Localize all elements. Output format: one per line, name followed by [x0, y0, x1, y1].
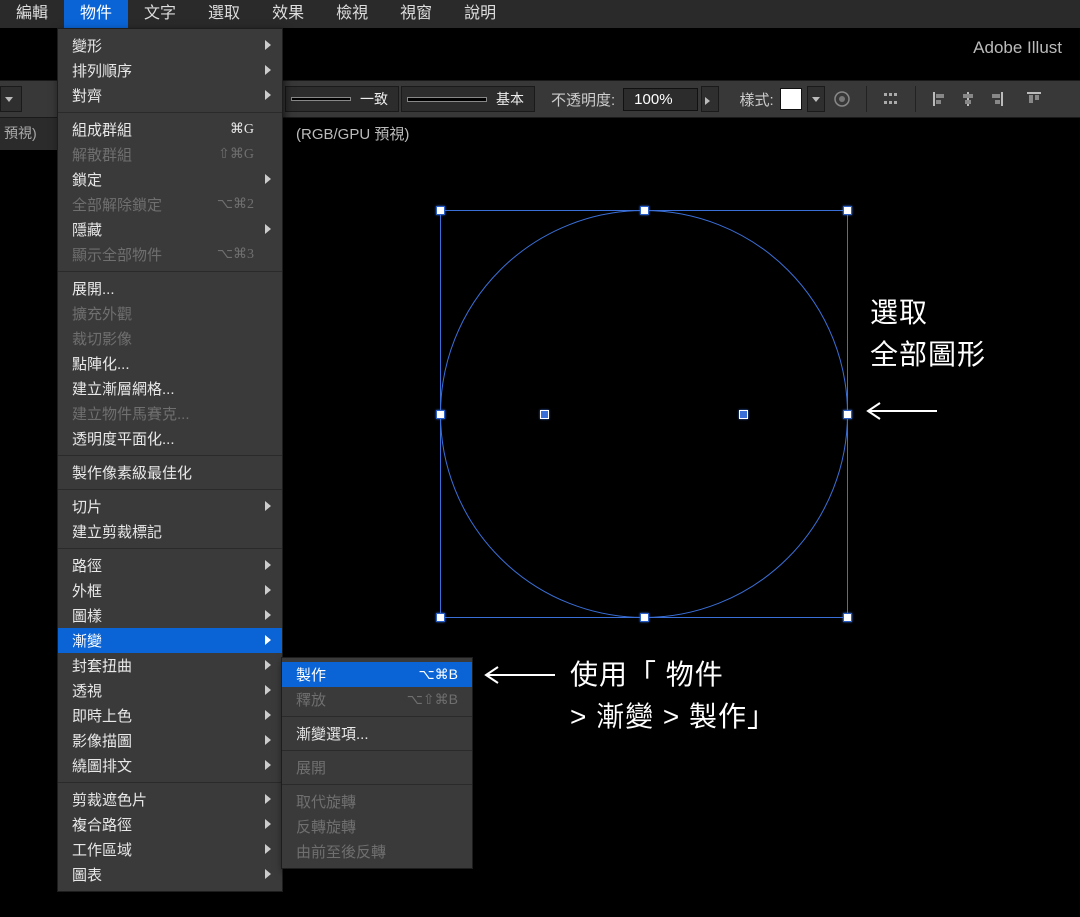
menu-help[interactable]: 說明 — [448, 0, 512, 28]
menu-item[interactable]: 影像描圖 — [58, 728, 282, 753]
brush-dropdown[interactable]: 基本 — [401, 86, 535, 112]
menu-item[interactable]: 工作區域 — [58, 837, 282, 862]
menu-item[interactable]: 製作像素級最佳化 — [58, 460, 282, 485]
menu-item[interactable]: 組成群組⌘G — [58, 117, 282, 142]
submenu-item: 釋放⌥⇧⌘B — [282, 687, 472, 712]
menu-edit[interactable]: 編輯 — [0, 0, 64, 28]
menu-item[interactable]: 外框 — [58, 578, 282, 603]
menu-separator — [282, 784, 472, 785]
doc-tab-suffix[interactable]: (RGB/GPU 預視) — [282, 123, 423, 144]
blend-submenu: 製作⌥⌘B釋放⌥⇧⌘B 漸變選項... 展開取代旋轉反轉旋轉由前至後反轉 — [281, 657, 473, 869]
menu-item[interactable]: 即時上色 — [58, 703, 282, 728]
menu-item[interactable]: 透明度平面化... — [58, 426, 282, 451]
menu-item[interactable]: 對齊 — [58, 83, 282, 108]
doc-tab-stub[interactable]: 預視) — [0, 116, 59, 150]
menu-item: 顯示全部物件⌥⌘3 — [58, 242, 282, 267]
submenu-item: 展開 — [282, 755, 472, 780]
align-panel-icon[interactable] — [879, 87, 903, 111]
opacity-label: 不透明度: — [551, 89, 615, 110]
menu-item[interactable]: 路徑 — [58, 553, 282, 578]
menu-item[interactable]: 剪裁遮色片 — [58, 787, 282, 812]
menu-type[interactable]: 文字 — [128, 0, 192, 28]
ellipse-path[interactable] — [440, 210, 848, 618]
submenu-item: 由前至後反轉 — [282, 839, 472, 864]
menu-item[interactable]: 點陣化... — [58, 351, 282, 376]
menu-view[interactable]: 檢視 — [320, 0, 384, 28]
menu-item[interactable]: 透視 — [58, 678, 282, 703]
menu-object[interactable]: 物件 — [64, 0, 128, 28]
menu-item[interactable]: 圖樣 — [58, 603, 282, 628]
submenu-item: 取代旋轉 — [282, 789, 472, 814]
align-right-icon[interactable] — [984, 87, 1008, 111]
opacity-field[interactable]: 100% — [623, 88, 697, 111]
menu-item: 裁切影像 — [58, 326, 282, 351]
annotation-select: 選取 全部圖形 — [870, 292, 986, 376]
object-menu: 變形排列順序對齊組成群組⌘G解散群組⇧⌘G鎖定全部解除鎖定⌥⌘2隱藏顯示全部物件… — [57, 28, 283, 892]
menu-item[interactable]: 圖表 — [58, 862, 282, 887]
menu-separator — [58, 548, 282, 549]
recolor-icon[interactable] — [830, 87, 854, 111]
menu-select[interactable]: 選取 — [192, 0, 256, 28]
menu-separator — [58, 455, 282, 456]
control-dropdown[interactable] — [0, 86, 22, 112]
submenu-item[interactable]: 製作⌥⌘B — [282, 662, 472, 687]
menu-item[interactable]: 封套扭曲 — [58, 653, 282, 678]
menu-item[interactable]: 建立剪裁標記 — [58, 519, 282, 544]
align-top-icon[interactable] — [1022, 87, 1046, 111]
arrow-icon — [862, 396, 942, 426]
menu-item[interactable]: 排列順序 — [58, 58, 282, 83]
menu-item[interactable]: 建立漸層網格... — [58, 376, 282, 401]
menu-separator — [58, 271, 282, 272]
menu-item[interactable]: 繞圖排文 — [58, 753, 282, 778]
menu-item[interactable]: 切片 — [58, 494, 282, 519]
arrow-icon — [480, 660, 560, 690]
menu-separator — [58, 489, 282, 490]
align-left-icon[interactable] — [928, 87, 952, 111]
menu-item[interactable]: 漸變 — [58, 628, 282, 653]
annotation-use: 使用「 物件 > 漸變 > 製作」 — [570, 654, 776, 738]
menu-item: 全部解除鎖定⌥⌘2 — [58, 192, 282, 217]
app-brand: Adobe Illust — [973, 38, 1062, 58]
menu-item[interactable]: 隱藏 — [58, 217, 282, 242]
menu-item[interactable]: 鎖定 — [58, 167, 282, 192]
submenu-item: 反轉旋轉 — [282, 814, 472, 839]
menu-item[interactable]: 變形 — [58, 33, 282, 58]
separator — [866, 86, 867, 112]
menu-item[interactable]: 展開... — [58, 276, 282, 301]
menu-effect[interactable]: 效果 — [256, 0, 320, 28]
opacity-dropdown[interactable] — [701, 86, 719, 112]
submenu-item[interactable]: 漸變選項... — [282, 721, 472, 746]
menubar: 編輯 物件 文字 選取 效果 檢視 視窗 說明 — [0, 0, 1080, 28]
align-hcenter-icon[interactable] — [956, 87, 980, 111]
menu-item: 建立物件馬賽克... — [58, 401, 282, 426]
menu-separator — [282, 716, 472, 717]
separator — [915, 86, 916, 112]
menu-item: 解散群組⇧⌘G — [58, 142, 282, 167]
menu-window[interactable]: 視窗 — [384, 0, 448, 28]
style-dropdown[interactable] — [807, 86, 825, 112]
menu-item: 擴充外觀 — [58, 301, 282, 326]
style-swatch[interactable] — [780, 88, 802, 110]
menu-separator — [58, 112, 282, 113]
stroke-profile-dropdown[interactable]: 一致 — [285, 86, 399, 112]
selection-bounding-box[interactable] — [440, 210, 848, 618]
menu-item[interactable]: 複合路徑 — [58, 812, 282, 837]
style-label: 樣式: — [740, 89, 774, 110]
menu-separator — [282, 750, 472, 751]
menu-separator — [58, 782, 282, 783]
